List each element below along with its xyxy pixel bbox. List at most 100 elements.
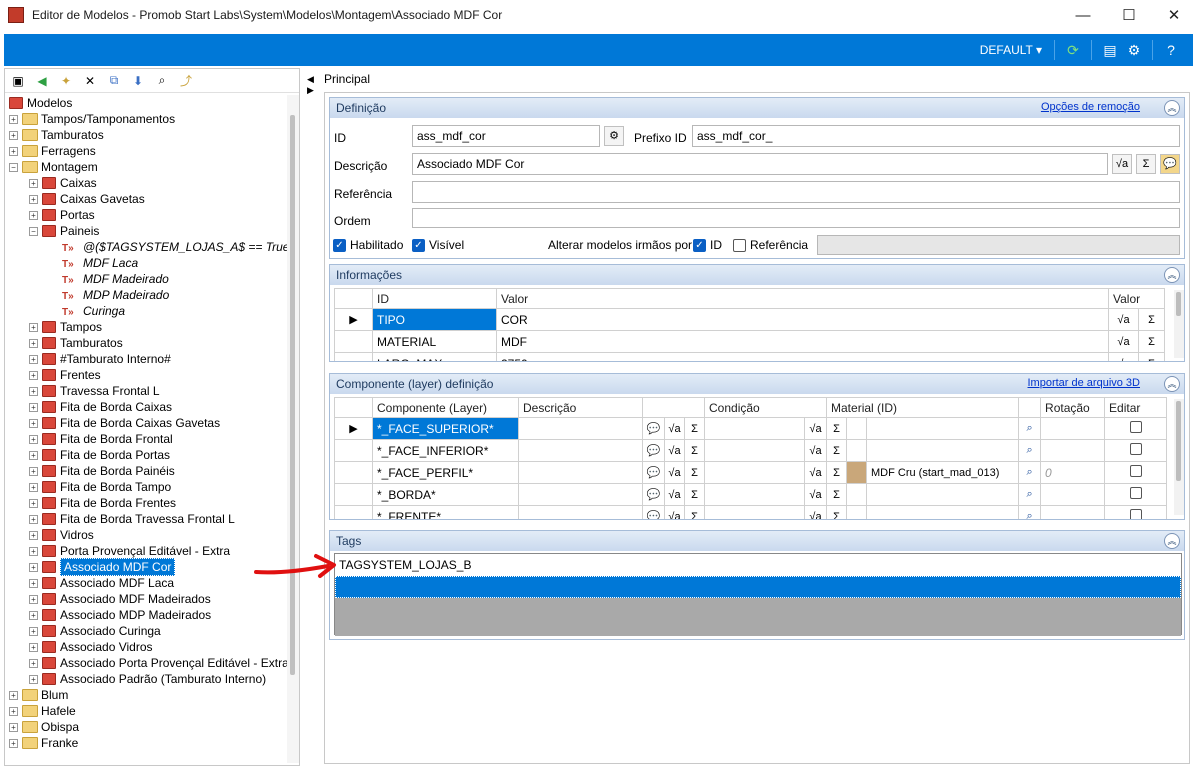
back-icon[interactable]: ◀	[33, 72, 51, 90]
descricao-cell[interactable]	[518, 461, 643, 484]
condicao-cell[interactable]	[704, 417, 805, 440]
sigma-icon[interactable]: Σ	[684, 439, 705, 462]
expand-icon[interactable]: +	[29, 594, 38, 604]
expand-icon[interactable]: +	[29, 562, 38, 572]
rotacao-cell[interactable]	[1040, 417, 1106, 440]
collapse-icon[interactable]: ︽	[1164, 267, 1180, 283]
tags-editor[interactable]: TAGSYSTEM_LOJAS_B	[334, 553, 1182, 636]
maximize-button[interactable]: ☐	[1106, 0, 1152, 30]
sigma-icon[interactable]: Σ	[826, 461, 848, 484]
tree-item[interactable]: + Fita de Borda Frontal	[29, 431, 173, 447]
editar-checkbox[interactable]	[1104, 483, 1168, 506]
help-icon[interactable]: ?	[1161, 40, 1181, 60]
formula-icon[interactable]: √a	[803, 505, 828, 519]
expand-icon[interactable]: +	[29, 370, 38, 380]
expand-icon[interactable]: +	[9, 114, 18, 124]
material-cell[interactable]	[866, 483, 1020, 506]
material-cell[interactable]	[866, 505, 1020, 519]
tree-item[interactable]: T» MDF Madeirado	[49, 271, 169, 287]
sigma-icon[interactable]: Σ	[1138, 308, 1165, 331]
search-icon[interactable]: ⌕	[153, 72, 171, 90]
formula-icon[interactable]: √a	[664, 439, 685, 462]
sigma-icon[interactable]: Σ	[1138, 330, 1165, 353]
binoculars-icon[interactable]: ⌕	[1018, 417, 1042, 440]
tree-item[interactable]: + Associado Porta Provençal Editável - Ex…	[29, 655, 287, 671]
table-row[interactable]: ▶ *_FACE_SUPERIOR* 💬 √a Σ √a Σ ⌕	[334, 417, 1168, 440]
binoculars-icon[interactable]: ⌕	[1018, 505, 1042, 519]
refresh-icon[interactable]: ⟳	[1063, 40, 1083, 60]
tree-item[interactable]: + Blum	[9, 687, 68, 703]
expand-icon[interactable]: +	[29, 482, 38, 492]
expand-icon[interactable]: +	[29, 674, 38, 684]
expand-icon[interactable]: +	[9, 738, 18, 748]
formula-icon[interactable]: √a	[664, 483, 685, 506]
binoculars-icon[interactable]: ⌕	[1018, 483, 1042, 506]
table-row[interactable]: ▶ TIPO COR √a Σ	[334, 308, 1165, 331]
tree-item[interactable]: + Porta Provençal Editável - Extra	[29, 543, 230, 559]
editar-checkbox[interactable]	[1104, 505, 1168, 519]
translate-icon[interactable]: 💬	[642, 439, 665, 462]
tree-item[interactable]: + Fita de Borda Caixas Gavetas	[29, 415, 220, 431]
translate-icon[interactable]: 💬	[642, 461, 665, 484]
formula-icon[interactable]: √a	[1108, 352, 1139, 361]
formula-icon[interactable]: √a	[803, 483, 828, 506]
ordem-field[interactable]	[412, 208, 1180, 228]
table-row[interactable]: *_FRENTE* 💬 √a Σ √a Σ ⌕	[334, 505, 1168, 519]
expand-icon[interactable]: +	[29, 642, 38, 652]
condicao-cell[interactable]	[704, 461, 805, 484]
descricao-cell[interactable]	[518, 483, 643, 506]
settings-gears-icon[interactable]: ⚙	[1124, 40, 1144, 60]
expand-icon[interactable]: +	[29, 194, 38, 204]
condicao-cell[interactable]	[704, 483, 805, 506]
tree-item[interactable]: + Tampos/Tamponamentos	[9, 111, 175, 127]
sigma-icon[interactable]: Σ	[1138, 352, 1165, 361]
tree-item[interactable]: + Obispa	[9, 719, 79, 735]
visivel-checkbox[interactable]: ✓	[412, 239, 425, 252]
rotacao-cell[interactable]: 0	[1040, 461, 1106, 484]
tree-item[interactable]: + Associado MDP Madeirados	[29, 607, 211, 623]
tree-item[interactable]: + Tamburatos	[9, 127, 104, 143]
expand-icon[interactable]: +	[29, 178, 38, 188]
tree-item[interactable]: + Frentes	[29, 367, 101, 383]
editar-checkbox[interactable]	[1104, 461, 1168, 484]
export-icon[interactable]: ⤴	[177, 72, 195, 90]
editar-checkbox[interactable]	[1104, 439, 1168, 462]
expand-icon[interactable]: +	[29, 498, 38, 508]
expand-icon[interactable]: +	[29, 610, 38, 620]
formula-icon[interactable]: √a	[803, 461, 828, 484]
expand-icon[interactable]: +	[29, 514, 38, 524]
expand-icon[interactable]: +	[29, 530, 38, 540]
sigma-icon[interactable]: Σ	[826, 483, 848, 506]
tree-item[interactable]: + Fita de Borda Travessa Frontal L	[29, 511, 235, 527]
formula-icon[interactable]: √a	[664, 461, 685, 484]
collapse-icon[interactable]: −	[29, 226, 38, 236]
condicao-cell[interactable]	[704, 505, 805, 519]
importar-3d-link[interactable]: Importar de arquivo 3D	[1028, 377, 1141, 389]
collapse-icon[interactable]: ︽	[1164, 100, 1180, 116]
formula-icon[interactable]: √a	[1112, 154, 1132, 174]
expand-icon[interactable]: +	[29, 546, 38, 556]
list-view-icon[interactable]: ▤	[1100, 40, 1120, 60]
rotacao-cell[interactable]	[1040, 439, 1106, 462]
translate-icon[interactable]: 💬	[642, 483, 665, 506]
sigma-icon[interactable]: Σ	[684, 483, 705, 506]
table-row[interactable]: MATERIAL MDF √a Σ	[334, 330, 1165, 353]
tree-item[interactable]: T» @($TAGSYSTEM_LOJAS_A$ == True ?	[49, 239, 287, 255]
descricao-cell[interactable]	[518, 505, 643, 519]
layer-cell[interactable]: *_FACE_PERFIL*	[372, 461, 519, 484]
info-valor-cell[interactable]: 2750	[496, 352, 1109, 361]
descricao-field[interactable]: Associado MDF Cor	[412, 153, 1108, 175]
expand-icon[interactable]: +	[9, 146, 18, 156]
tree-item[interactable]: − Paineis	[29, 223, 99, 239]
tree-item[interactable]: + Associado Curinga	[29, 623, 161, 639]
formula-icon[interactable]: √a	[1108, 330, 1139, 353]
tree-item[interactable]: + Associado MDF Madeirados	[29, 591, 211, 607]
profile-dropdown[interactable]: DEFAULT ▾	[980, 43, 1042, 57]
tree-item[interactable]: + Caixas	[29, 175, 97, 191]
tree-item[interactable]: + Associado Vidros	[29, 639, 153, 655]
sigma-icon[interactable]: Σ	[684, 461, 705, 484]
info-valor-cell[interactable]: COR	[496, 308, 1109, 331]
formula-icon[interactable]: √a	[1108, 308, 1139, 331]
expand-icon[interactable]: +	[29, 338, 38, 348]
tree-item[interactable]: + Hafele	[9, 703, 76, 719]
